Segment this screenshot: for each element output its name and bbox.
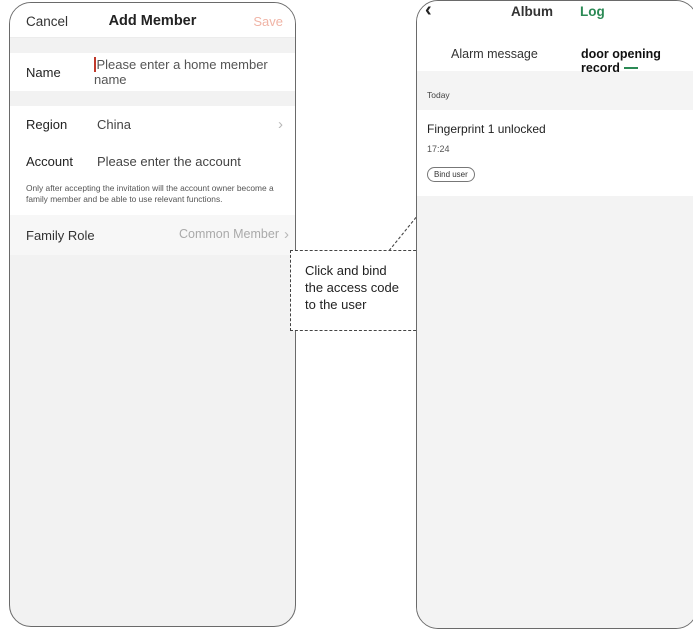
subtab-alarm-message[interactable]: Alarm message: [451, 47, 538, 61]
list-item: Fingerprint 1 unlocked 17:24 Bind user: [417, 110, 693, 196]
region-value: China: [97, 117, 131, 132]
family-role-value: Common Member: [178, 227, 279, 241]
active-tab-indicator: [624, 67, 638, 69]
account-input[interactable]: Please enter the account: [97, 154, 241, 169]
tab-album[interactable]: Album: [511, 4, 553, 19]
save-button[interactable]: Save: [253, 14, 283, 29]
chevron-right-icon: ›: [278, 116, 283, 133]
name-field-row[interactable]: Name Please enter a home member name: [10, 53, 295, 91]
section-gap: [10, 91, 295, 106]
chevron-right-icon: ›: [284, 226, 289, 243]
account-label: Account: [26, 154, 73, 169]
name-input[interactable]: Please enter a home member name: [94, 57, 295, 87]
invitation-note: Only after accepting the invitation will…: [10, 180, 295, 215]
name-label: Name: [26, 64, 61, 80]
region-row[interactable]: Region China ›: [10, 106, 295, 143]
region-label: Region: [26, 117, 68, 132]
log-screen: ‹ Album Log Alarm message door opening r…: [416, 0, 693, 629]
callout-line-2: the access code: [305, 280, 399, 295]
family-role-label: Family Role: [26, 227, 95, 243]
tab-log[interactable]: Log: [580, 4, 605, 19]
record-event: Fingerprint 1 unlocked: [427, 122, 546, 136]
page-title: Add Member: [108, 13, 197, 29]
record-time: 17:24: [427, 144, 450, 154]
name-placeholder: Please enter a home member name: [94, 57, 268, 87]
account-field-row[interactable]: Account Please enter the account: [10, 143, 295, 180]
section-gap: [10, 38, 295, 53]
callout-text: Click and bind the access code to the us…: [305, 262, 399, 313]
add-member-screen: Cancel Add Member Save Name Please enter…: [9, 2, 296, 627]
add-member-header: Cancel Add Member Save: [10, 3, 295, 38]
date-header: Today: [417, 71, 693, 110]
family-role-row[interactable]: Family Role Common Member ›: [10, 215, 295, 255]
log-header: ‹ Album Log Alarm message door opening r…: [417, 1, 693, 75]
annotation-callout: Click and bind the access code to the us…: [290, 250, 421, 331]
bind-user-button[interactable]: Bind user: [427, 167, 475, 182]
subtab-door-opening-record[interactable]: door opening record: [581, 47, 693, 75]
back-chevron-icon[interactable]: ‹: [425, 1, 432, 22]
empty-area: [417, 196, 693, 628]
callout-line-3: to the user: [305, 297, 367, 312]
text-cursor: [94, 57, 96, 72]
callout-line-1: Click and bind: [305, 263, 387, 278]
